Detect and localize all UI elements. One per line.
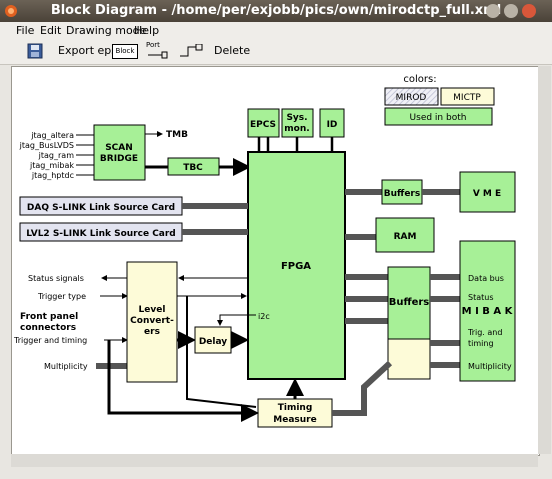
id-label: ID bbox=[327, 120, 338, 130]
ram-label: RAM bbox=[394, 232, 417, 242]
sysmon-label: Sys. bbox=[286, 113, 307, 123]
close-icon[interactable] bbox=[522, 4, 536, 18]
minimize-icon[interactable] bbox=[486, 4, 500, 18]
app-window: Block Diagram - /home/per/exjobb/pics/ow… bbox=[0, 0, 552, 479]
jtag-label: jtag_hptdc bbox=[31, 171, 74, 180]
vertical-scrollbar[interactable] bbox=[538, 66, 551, 454]
block-diagram: colors: MIROD MICTP Used in both jtag_al… bbox=[13, 74, 516, 428]
scan-bridge-label: BRIDGE bbox=[100, 154, 138, 164]
epcs-label: EPCS bbox=[250, 120, 276, 130]
menu-file[interactable]: File bbox=[16, 24, 34, 37]
front-panel-label: Front panel bbox=[20, 312, 78, 322]
mibak-line: timing bbox=[468, 339, 494, 348]
level-converters-label: Convert- bbox=[130, 316, 174, 326]
maximize-icon[interactable] bbox=[504, 4, 518, 18]
title-bar: Block Diagram - /home/per/exjobb/pics/ow… bbox=[0, 0, 552, 22]
timing-measure-label: Measure bbox=[273, 415, 316, 425]
port-mode-button[interactable]: Port bbox=[146, 41, 170, 59]
block-mode-button[interactable]: Block bbox=[112, 44, 138, 59]
lvl2-slink-label: LVL2 S-LINK Link Source Card bbox=[26, 229, 176, 239]
legend-both: Used in both bbox=[410, 113, 467, 123]
trigger-type-label: Trigger type bbox=[37, 292, 86, 301]
jtag-label: jtag_ram bbox=[38, 151, 75, 160]
delay-label: Delay bbox=[199, 337, 227, 347]
buffers-top-label: Buffers bbox=[384, 189, 420, 199]
connect-mode-icon[interactable] bbox=[178, 43, 206, 58]
menu-edit[interactable]: Edit bbox=[40, 24, 61, 37]
window-title: Block Diagram - /home/per/exjobb/pics/ow… bbox=[50, 3, 502, 18]
daq-slink-label: DAQ S-LINK Link Source Card bbox=[27, 203, 175, 213]
menu-help[interactable]: Help bbox=[134, 24, 159, 37]
menu-bar: File Edit Drawing mode Help bbox=[0, 22, 552, 40]
level-converters-label: Level bbox=[139, 305, 166, 315]
legend-title: colors: bbox=[403, 74, 436, 85]
save-icon[interactable] bbox=[27, 43, 43, 59]
multiplicity-left-label: Multiplicity bbox=[44, 362, 88, 371]
mibak-line: Data bus bbox=[468, 274, 504, 283]
mibak-line: Multiplicity bbox=[468, 362, 512, 371]
diagram-canvas[interactable]: colors: MIROD MICTP Used in both jtag_al… bbox=[11, 66, 540, 456]
jtag-label: jtag_mibak bbox=[29, 161, 74, 170]
status-signals-label: Status signals bbox=[28, 274, 84, 283]
tmb-label: TMB bbox=[166, 130, 188, 140]
vme-label: V M E bbox=[473, 189, 501, 199]
port-label: Port bbox=[146, 41, 160, 49]
mibak-line: Trig. and bbox=[467, 328, 502, 337]
tbc-label: TBC bbox=[183, 163, 203, 173]
fpga-label: FPGA bbox=[281, 261, 311, 272]
front-panel-label: connectors bbox=[20, 323, 76, 333]
legend-mictp: MICTP bbox=[453, 93, 481, 103]
mibak-line: Status bbox=[468, 293, 494, 302]
timing-measure-label: Timing bbox=[278, 403, 313, 413]
trigger-timing-label: Trigger and timing bbox=[13, 336, 87, 345]
legend-mirod: MIROD bbox=[396, 93, 427, 103]
toolbar: Export eps Block Port Delete bbox=[0, 40, 552, 65]
export-eps-button[interactable]: Export eps bbox=[58, 44, 117, 57]
i2c-label: i2c bbox=[258, 312, 270, 321]
scan-bridge-label: SCAN bbox=[105, 143, 133, 153]
mibak-title: M I B A K bbox=[462, 306, 514, 317]
buffers-mid-label: Buffers bbox=[389, 297, 430, 308]
jtag-label: jtag_altera bbox=[30, 131, 74, 140]
buffers-mid-lower bbox=[387, 338, 431, 380]
jtag-label: jtag_BusLVDS bbox=[19, 141, 74, 150]
horizontal-scrollbar[interactable] bbox=[11, 454, 538, 467]
sysmon-label: mon. bbox=[284, 124, 309, 134]
delete-button[interactable]: Delete bbox=[214, 44, 250, 57]
level-converters-label: ers bbox=[144, 327, 160, 337]
